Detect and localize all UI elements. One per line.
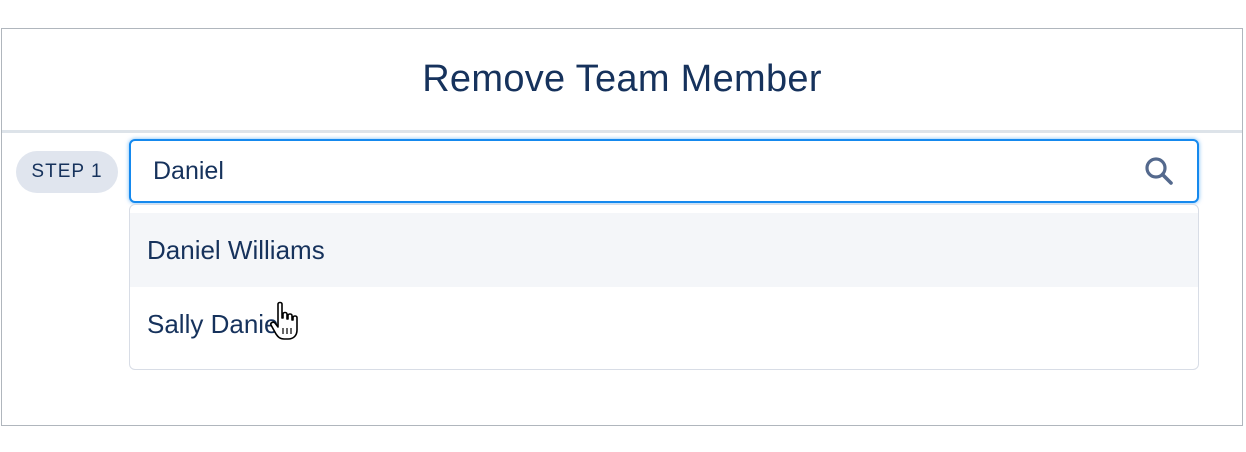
pointer-hand-cursor-icon xyxy=(268,300,306,342)
modal-title: Remove Team Member xyxy=(422,58,822,100)
step-badge: STEP 1 xyxy=(16,151,118,193)
search-results-dropdown: Daniel Williams Sally Daniels xyxy=(129,204,1199,370)
dropdown-option[interactable]: Daniel Williams xyxy=(130,213,1198,287)
search-icon[interactable] xyxy=(1143,155,1175,187)
modal-header: Remove Team Member xyxy=(2,29,1242,133)
search-input[interactable] xyxy=(153,141,1113,201)
search-box[interactable] xyxy=(129,139,1199,203)
